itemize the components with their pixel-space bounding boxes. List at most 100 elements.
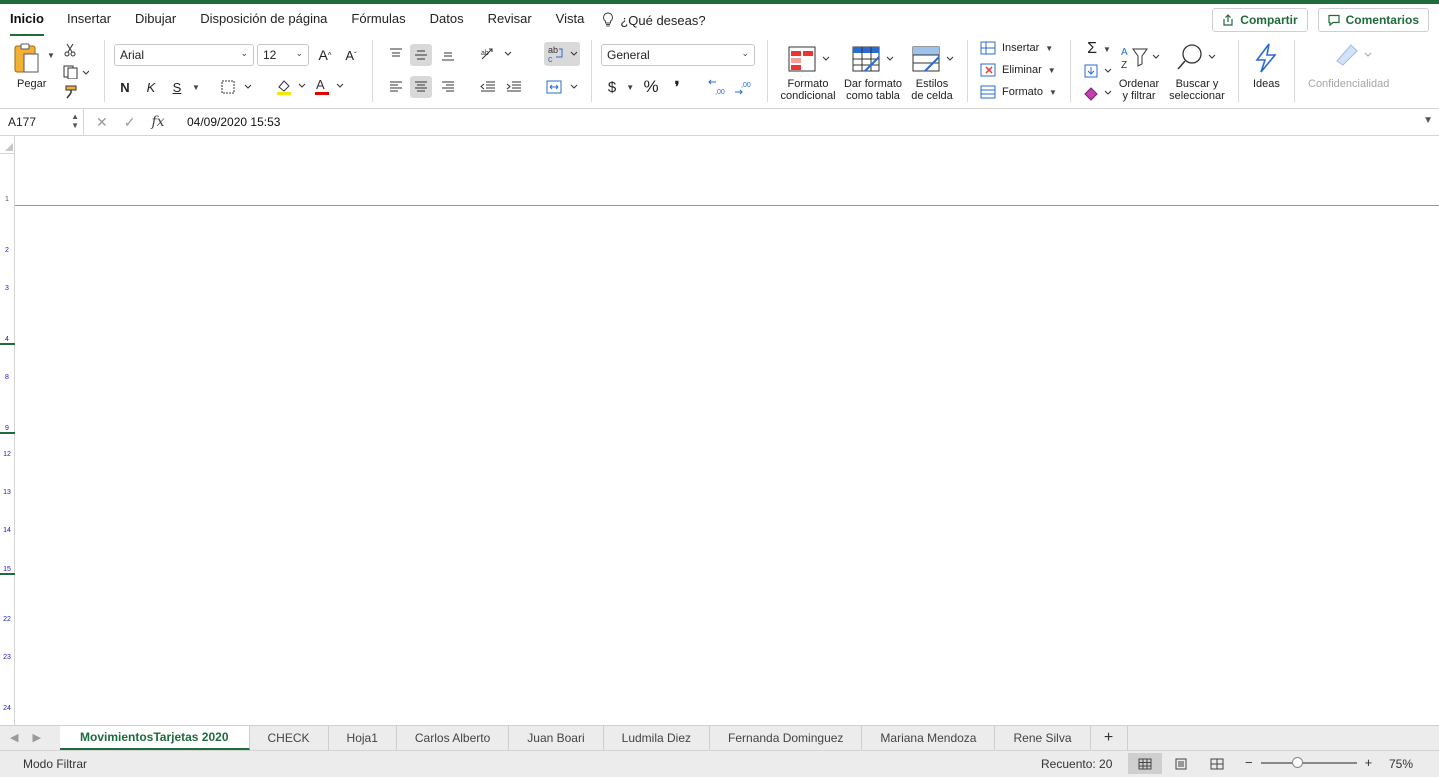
sheet-tab[interactable]: Hoja1 [329,726,397,750]
underline-button[interactable]: S [168,78,186,96]
borders-button[interactable] [220,78,254,96]
sheet-tab[interactable]: Fernanda Dominguez [710,726,863,750]
align-right-icon[interactable] [438,76,458,98]
cell-styles-button[interactable] [910,44,956,74]
insert-function-icon[interactable]: fx [151,114,164,131]
row-header[interactable]: 22 [0,616,14,623]
expand-formula-icon[interactable]: ▼ [1423,115,1433,126]
zoom-in-icon[interactable]: + [1365,755,1373,770]
chevron-down-icon[interactable]: ▼ [192,83,200,92]
sheet-tab[interactable]: Carlos Alberto [397,726,510,750]
add-sheet-button[interactable]: + [1091,726,1128,750]
sheet-tab[interactable]: MovimientosTarjetas 2020 [60,726,250,750]
currency-button[interactable]: $ ▼ [604,76,638,98]
zoom-out-icon[interactable]: − [1245,755,1253,770]
number-format-select[interactable]: General ⌄ [601,44,755,66]
tell-me-box[interactable]: ¿Qué deseas? [596,12,706,28]
font-name-select[interactable]: Arial ⌄ [114,44,254,66]
decrease-decimal-icon[interactable]: ,00 [732,76,754,98]
comments-button[interactable]: Comentarios [1317,8,1429,32]
increase-font-icon[interactable]: A ^ [316,46,334,64]
tab-dibujar[interactable]: Dibujar [123,4,188,36]
ideas-button[interactable] [1252,42,1280,74]
share-button[interactable]: Compartir [1212,8,1308,32]
merge-center-button[interactable] [544,76,580,98]
bold-button[interactable]: N [116,78,134,96]
align-center-icon[interactable] [410,76,432,98]
row-header[interactable]: 14 [0,527,14,534]
sort-filter-icon: AZ [1121,47,1160,71]
sensitivity-button[interactable] [1330,40,1374,70]
page-layout-button[interactable] [1164,753,1198,774]
row-header[interactable]: 12 [0,451,14,458]
find-select-button[interactable] [1174,42,1220,72]
worksheet-grid[interactable]: 1 2 3 4 8 9 12 13 14 15 22 23 24 [0,136,1439,725]
name-box[interactable]: A177 ▲ ▼ [0,109,84,136]
format-cells-button[interactable]: Formato ▼ [980,85,1057,99]
percent-button[interactable]: % [640,76,662,98]
row-header[interactable]: 23 [0,654,14,661]
tab-inicio[interactable]: Inicio [10,4,44,36]
comma-style-button[interactable]: ❜ [668,76,686,98]
align-middle-icon[interactable] [410,44,432,66]
tab-revisar[interactable]: Revisar [476,4,544,36]
autosum-button[interactable]: Σ ▼ [1082,40,1116,58]
wrap-text-button[interactable]: ab c [544,42,580,66]
row-header[interactable]: 8 [0,374,14,381]
page-break-button[interactable] [1200,753,1234,774]
font-color-button[interactable]: A [312,76,346,96]
row-header[interactable]: 4 [0,336,14,343]
row-header[interactable]: 13 [0,489,14,496]
copy-icon[interactable] [62,64,90,80]
fill-color-button[interactable] [274,76,308,96]
decrease-indent-icon[interactable] [478,76,498,98]
align-top-icon[interactable] [386,44,406,64]
paste-button[interactable] [12,42,42,74]
zoom-slider-thumb[interactable] [1291,756,1303,768]
increase-indent-icon[interactable] [504,76,524,98]
format-painter-icon[interactable] [62,84,80,100]
tab-vista[interactable]: Vista [544,4,597,36]
italic-button[interactable]: K [142,78,160,96]
sheet-tab[interactable]: CHECK [250,726,329,750]
sheet-tab[interactable]: Rene Silva [995,726,1091,750]
row-header[interactable]: 9 [0,425,14,432]
tab-insertar[interactable]: Insertar [55,4,123,36]
clear-button[interactable] [1082,84,1116,102]
font-size-select[interactable]: 12 ⌄ [257,44,309,66]
formula-input[interactable]: 04/09/2020 15:53 [187,115,280,129]
conditional-format-button[interactable] [786,44,832,74]
tab-disposicion[interactable]: Disposición de página [188,4,339,36]
delete-cells-button[interactable]: Eliminar ▼ [980,63,1056,77]
normal-view-button[interactable] [1128,753,1162,774]
next-sheet-icon[interactable]: ▶ [32,731,40,744]
cut-icon[interactable] [62,42,78,58]
sort-filter-button[interactable]: AZ [1118,42,1164,72]
paste-dropdown-icon[interactable]: ▼ [47,51,55,60]
insert-cells-button[interactable]: Insertar ▼ [980,41,1053,55]
tab-formulas[interactable]: Fórmulas [339,4,417,36]
align-bottom-icon[interactable] [438,44,458,66]
decrease-font-icon[interactable]: Aˇ [342,46,360,64]
sheet-tab[interactable]: Mariana Mendoza [862,726,996,750]
row-header[interactable]: 15 [0,566,14,573]
row-header[interactable]: 2 [0,247,14,254]
tab-datos[interactable]: Datos [418,4,476,36]
increase-decimal-icon[interactable]: ,00 [706,76,728,98]
orientation-button[interactable]: ab [478,44,514,64]
name-box-stepper-icon[interactable]: ▲ ▼ [71,112,79,130]
row-header[interactable]: 3 [0,285,14,292]
format-as-table-button[interactable] [850,44,896,74]
confirm-icon[interactable]: ✓ [124,114,136,131]
row-header[interactable]: 24 [0,705,14,712]
zoom-slider[interactable] [1260,756,1357,768]
prev-sheet-icon[interactable]: ◀ [10,731,18,744]
align-left-icon[interactable] [386,76,406,98]
zoom-level[interactable]: 75% [1389,757,1413,771]
row-header[interactable]: 1 [0,196,14,203]
select-all-corner[interactable] [0,136,15,154]
fill-button[interactable] [1082,62,1116,80]
sheet-tab[interactable]: Ludmila Diez [604,726,711,750]
cancel-icon[interactable]: ✕ [96,114,108,131]
sheet-tab[interactable]: Juan Boari [509,726,604,750]
